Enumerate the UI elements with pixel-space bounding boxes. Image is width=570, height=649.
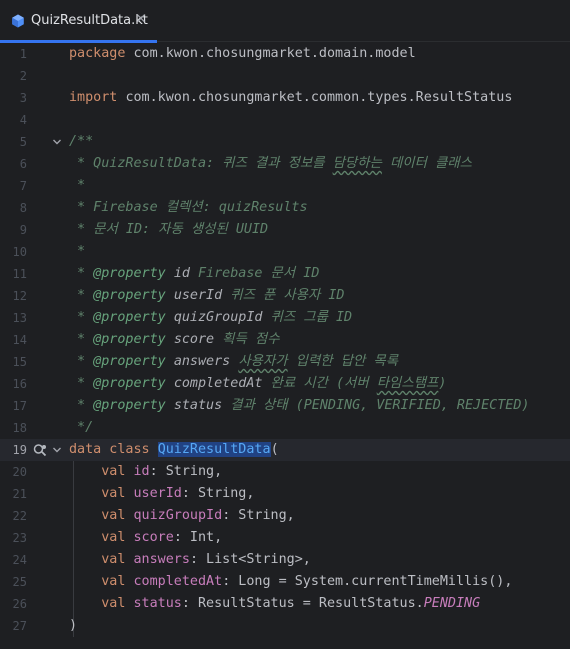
- line-number: 7: [19, 179, 27, 193]
- line-text: * 문서 ID: 자동 생성된 UUID: [69, 222, 269, 237]
- line-number: 21: [12, 487, 27, 501]
- line-number: 9: [19, 223, 27, 237]
- code-line: 9 * 문서 ID: 자동 생성된 UUID: [0, 219, 570, 241]
- code-line: 17 * @property status 결과 상태 (PENDING, VE…: [0, 395, 570, 417]
- line-number: 24: [12, 553, 27, 567]
- editor-tab-bar: QuizResultData.kt ✕: [0, 0, 570, 43]
- line-text: *: [69, 178, 86, 193]
- line-number: 14: [12, 333, 27, 347]
- code-line: 4: [0, 109, 570, 131]
- line-number: 18: [12, 421, 27, 435]
- code-line: 25 val completedAt: Long = System.curren…: [0, 571, 570, 593]
- code-line: 18 */: [0, 417, 570, 439]
- code-line: 10 *: [0, 241, 570, 263]
- code-line: 11 * @property id Firebase 문서 ID: [0, 263, 570, 285]
- line-number: 5: [19, 135, 27, 149]
- code-line: 20 val id: String,: [0, 461, 570, 483]
- implementations-icon[interactable]: [33, 443, 47, 457]
- line-number: 17: [12, 399, 27, 413]
- line-text: * @property score 획득 점수: [69, 332, 280, 347]
- line-text: */: [69, 420, 94, 435]
- code-line: 14 * @property score 획득 점수: [0, 329, 570, 351]
- selected-identifier: QuizResultData: [157, 442, 271, 457]
- line-text: val userId: String,: [101, 486, 255, 501]
- line-text: val completedAt: Long = System.currentTi…: [101, 574, 513, 589]
- line-number: 23: [12, 531, 27, 545]
- code-line: 22 val quizGroupId: String,: [0, 505, 570, 527]
- line-text: * @property id Firebase 문서 ID: [69, 266, 320, 281]
- line-number: 10: [12, 245, 27, 259]
- line-text: val status: ResultStatus = ResultStatus.…: [101, 596, 481, 611]
- line-text: data class QuizResultData(: [69, 442, 279, 457]
- close-icon[interactable]: ✕: [135, 12, 147, 28]
- line-text: ): [69, 618, 78, 633]
- line-number: 1: [19, 47, 27, 61]
- line-number: 16: [12, 377, 27, 391]
- line-text: * QuizResultData: 퀴즈 결과 정보를 담당하는 데이터 클래스: [69, 156, 472, 171]
- tab-quiz-result-data[interactable]: QuizResultData.kt ✕: [0, 0, 157, 43]
- line-number: 20: [12, 465, 27, 479]
- line-number: 25: [12, 575, 27, 589]
- line-text: * @property quizGroupId 퀴즈 그룹 ID: [69, 310, 353, 325]
- line-text: /**: [69, 134, 94, 149]
- kotlin-file-icon: [12, 14, 24, 28]
- line-number: 4: [19, 113, 27, 127]
- line-text: * @property completedAt 완료 시간 (서버 타임스탬프): [69, 376, 447, 391]
- code-line: 21 val userId: String,: [0, 483, 570, 505]
- tab-label: QuizResultData.kt: [31, 13, 148, 28]
- code-line: 23 val score: Int,: [0, 527, 570, 549]
- line-text: val quizGroupId: String,: [101, 508, 295, 523]
- line-number: 8: [19, 201, 27, 215]
- line-text: * Firebase 컬렉션: quizResults: [69, 200, 308, 215]
- code-line: 13 * @property quizGroupId 퀴즈 그룹 ID: [0, 307, 570, 329]
- code-line: 2: [0, 65, 570, 87]
- line-text: * @property answers 사용자가 입력한 답안 목록: [69, 354, 399, 369]
- code-line: 27 ): [0, 615, 570, 637]
- line-number: 2: [19, 69, 27, 83]
- line-text: * @property userId 퀴즈 푼 사용자 ID: [69, 288, 345, 303]
- line-number: 13: [12, 311, 27, 325]
- code-line: 24 val answers: List<String>,: [0, 549, 570, 571]
- line-number: 26: [12, 597, 27, 611]
- line-text: * @property status 결과 상태 (PENDING, VERIF…: [69, 398, 530, 413]
- line-number: 19: [12, 443, 27, 457]
- chevron-down-icon[interactable]: [52, 137, 62, 147]
- line-text: val score: Int,: [101, 530, 223, 545]
- current-code-line: 19 data class QuizResultData(: [0, 439, 570, 461]
- chevron-down-icon[interactable]: [52, 445, 62, 455]
- line-text: package com.kwon.chosungmarket.domain.mo…: [69, 46, 416, 61]
- code-line: 6 * QuizResultData: 퀴즈 결과 정보를 담당하는 데이터 클…: [0, 153, 570, 175]
- line-text: val answers: List<String>,: [101, 552, 311, 567]
- line-text: *: [69, 244, 86, 259]
- line-number: 6: [19, 157, 27, 171]
- code-line: 1 package com.kwon.chosungmarket.domain.…: [0, 43, 570, 65]
- line-number: 3: [19, 91, 27, 105]
- line-number: 11: [12, 267, 27, 281]
- line-number: 22: [12, 509, 27, 523]
- line-number: 15: [12, 355, 27, 369]
- line-number: 27: [12, 619, 27, 633]
- code-line: 15 * @property answers 사용자가 입력한 답안 목록: [0, 351, 570, 373]
- code-line: 7 *: [0, 175, 570, 197]
- code-editor[interactable]: 1 package com.kwon.chosungmarket.domain.…: [0, 43, 570, 649]
- code-line: 3 import com.kwon.chosungmarket.common.t…: [0, 87, 570, 109]
- code-line: 12 * @property userId 퀴즈 푼 사용자 ID: [0, 285, 570, 307]
- line-text: import com.kwon.chosungmarket.common.typ…: [69, 90, 513, 105]
- line-number: 12: [12, 289, 27, 303]
- code-line: 16 * @property completedAt 완료 시간 (서버 타임스…: [0, 373, 570, 395]
- code-line: 26 val status: ResultStatus = ResultStat…: [0, 593, 570, 615]
- line-text: val id: String,: [101, 464, 223, 479]
- code-line: 8 * Firebase 컬렉션: quizResults: [0, 197, 570, 219]
- code-line: 5 /**: [0, 131, 570, 153]
